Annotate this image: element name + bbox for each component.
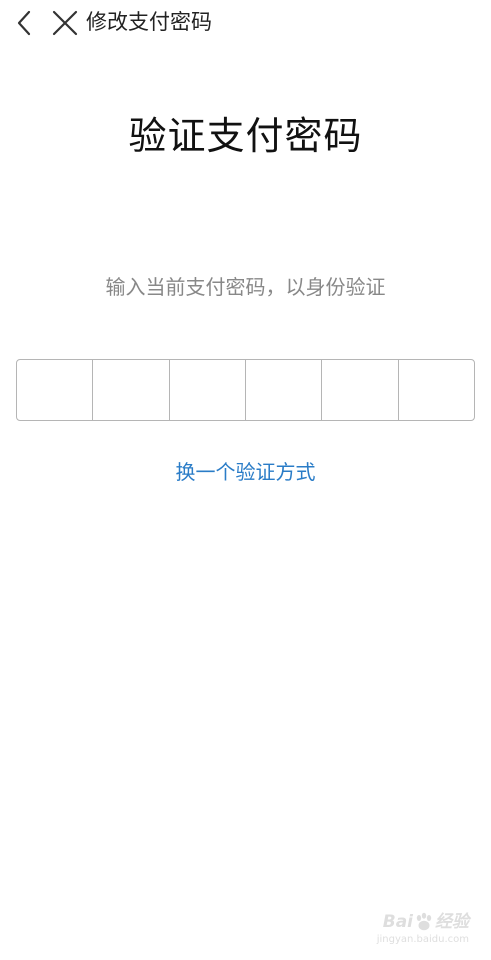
top-bar: 修改支付密码	[0, 0, 491, 46]
baidu-jingyan-watermark: Bai 经验 jingyan.baidu.com	[377, 912, 469, 946]
watermark-brand-right: 经验	[435, 912, 469, 932]
switch-verification-method-link[interactable]: 换一个验证方式	[0, 457, 491, 487]
pin-input-box[interactable]	[16, 359, 475, 421]
back-button[interactable]	[10, 8, 40, 38]
pin-digit-4[interactable]	[246, 360, 323, 420]
pin-digit-5[interactable]	[322, 360, 399, 420]
watermark-brand-left: Bai	[382, 912, 413, 932]
close-button[interactable]	[50, 8, 80, 38]
verify-title: 验证支付密码	[128, 114, 363, 158]
watermark-url: jingyan.baidu.com	[376, 934, 469, 945]
pin-digit-2[interactable]	[93, 360, 170, 420]
pin-digit-3[interactable]	[170, 360, 246, 420]
pin-digit-6[interactable]	[399, 360, 474, 420]
verify-payment-password-screen: 修改支付密码 验证支付密码 输入当前支付密码，以身份验证 换一个验证方式 Bai…	[0, 0, 491, 960]
chevron-left-icon	[17, 10, 31, 36]
page-title: 修改支付密码	[86, 10, 212, 34]
pin-digit-1[interactable]	[17, 360, 94, 420]
verify-instruction: 输入当前支付密码，以身份验证	[105, 275, 386, 299]
paw-icon	[416, 912, 432, 931]
close-icon	[52, 10, 78, 36]
